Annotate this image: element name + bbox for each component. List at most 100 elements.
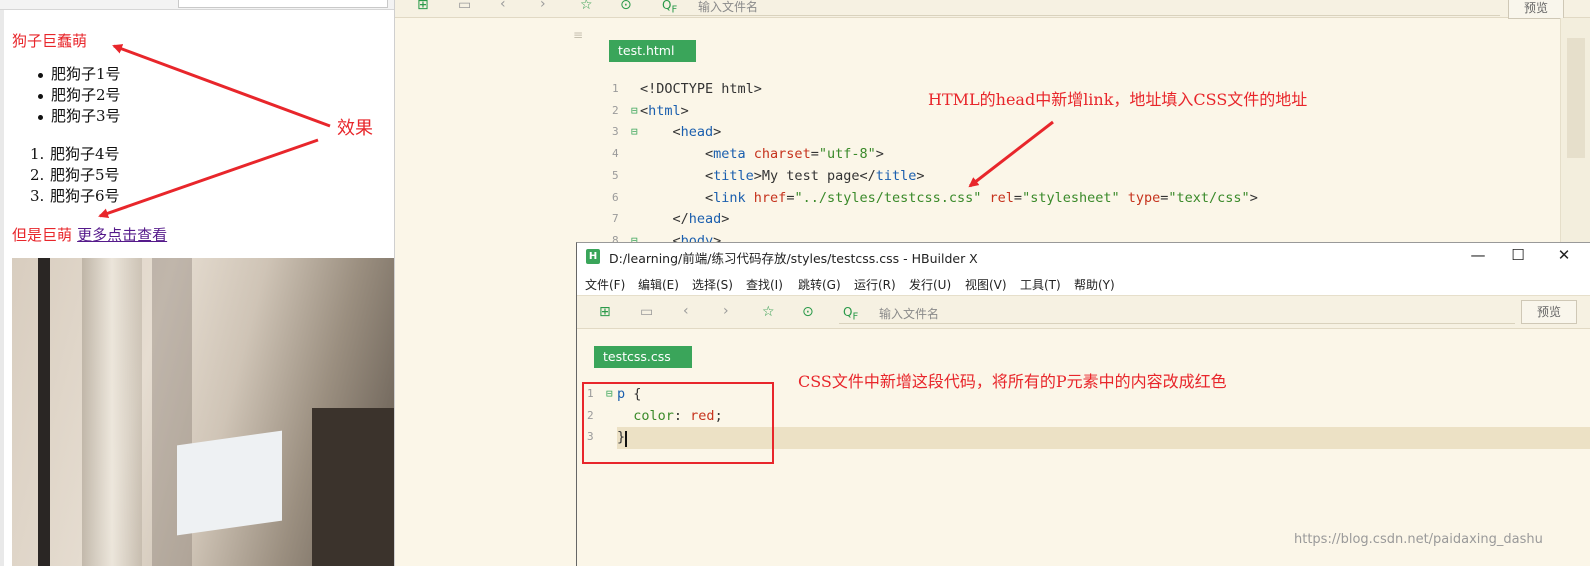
code-text: <meta charset="utf-8">: [640, 143, 884, 165]
code-token: href: [753, 189, 787, 206]
new-file-icon[interactable]: ⊞: [599, 305, 611, 319]
forward-icon[interactable]: ›: [540, 0, 546, 11]
save-icon[interactable]: ▭: [458, 0, 471, 12]
window-title: D:/learning/前端/练习代码存放/styles/testcss.css…: [609, 251, 978, 266]
list-item: 肥狗子1号: [36, 64, 121, 85]
scroll-thumb[interactable]: [1567, 38, 1585, 158]
list-item: 肥狗子2号: [36, 85, 121, 106]
tab-test-html[interactable]: test.html: [609, 40, 696, 62]
code-token: title: [713, 167, 754, 184]
forward-icon[interactable]: ›: [723, 304, 729, 318]
list-text: 肥狗子6号: [50, 187, 120, 205]
list-number: 3.: [30, 187, 45, 205]
menu-file[interactable]: 文件(F): [585, 276, 625, 293]
menu-edit[interactable]: 编辑(E): [638, 276, 679, 293]
menu-view[interactable]: 视图(V): [965, 276, 1007, 293]
browser-address-bar[interactable]: [0, 0, 394, 10]
menu-handle-icon[interactable]: ≡: [573, 28, 583, 42]
preview-title: 狗子巨蠢萌: [12, 32, 88, 50]
code-token: <: [640, 124, 681, 141]
line-number: 4: [612, 147, 619, 161]
save-icon[interactable]: ▭: [640, 305, 653, 319]
star-icon[interactable]: ☆: [762, 305, 775, 319]
code-token: charset: [753, 146, 811, 163]
tab-testcss[interactable]: testcss.css: [594, 346, 692, 368]
menu-goto[interactable]: 跳转(G): [798, 276, 841, 293]
list-item: 1. 肥狗子4号: [30, 144, 120, 165]
maximize-icon[interactable]: ☐: [1503, 246, 1533, 264]
code-token: html: [648, 102, 681, 119]
fold-toggle-icon[interactable]: ⊟: [631, 100, 638, 122]
code-token: </: [640, 211, 689, 228]
code-token: <!DOCTYPE html>: [640, 81, 762, 97]
code-token: <: [640, 189, 714, 206]
menu-run[interactable]: 运行(R): [854, 276, 896, 293]
menu-find[interactable]: 查找(I): [746, 276, 783, 293]
line-number: 7: [612, 212, 619, 226]
css-file-search[interactable]: QF 输入文件名: [839, 302, 1515, 324]
run-icon[interactable]: ⊙: [620, 0, 632, 12]
code-token: head: [688, 211, 722, 228]
code-token: >: [713, 124, 722, 141]
photo-strap: [38, 258, 50, 566]
code-token: >My test page</: [753, 167, 876, 184]
browser-preview: 狗子巨蠢萌 肥狗子1号 肥狗子2号 肥狗子3号 1. 肥狗子4号 2. 肥狗子5号 …: [0, 0, 395, 566]
code-token: =: [810, 146, 819, 163]
more-link[interactable]: 更多点击查看: [77, 226, 167, 244]
run-icon[interactable]: ⊙: [802, 305, 814, 319]
fold-toggle-icon[interactable]: ⊟: [631, 121, 638, 143]
back-icon[interactable]: ‹: [500, 0, 506, 11]
annotation-css: CSS文件中新增这段代码，将所有的P元素中的内容改成红色: [798, 372, 1227, 391]
code-token: meta: [713, 146, 754, 163]
line-number: 1: [612, 82, 619, 95]
list-item: 2. 肥狗子5号: [30, 165, 120, 186]
curtain-photo: [12, 258, 394, 566]
code-token: >: [1249, 189, 1258, 206]
address-input[interactable]: [178, 0, 388, 8]
photo-fold: [82, 258, 142, 566]
star-icon[interactable]: ☆: [580, 0, 593, 12]
annotation-html: HTML的head中新增link，地址填入CSS文件的地址: [928, 90, 1308, 109]
line-number: 5: [612, 168, 619, 182]
code-token: >: [721, 211, 730, 228]
window-title-bar[interactable]: H D:/learning/前端/练习代码存放/styles/testcss.c…: [577, 243, 1590, 271]
menu-help[interactable]: 帮助(Y): [1074, 276, 1115, 293]
list-number: 2.: [30, 166, 45, 184]
code-token: head: [680, 124, 714, 141]
search-icon: QF: [662, 0, 678, 16]
watermark: https://blog.csdn.net/paidaxing_dashu: [1294, 532, 1543, 547]
search-icon: QF: [843, 305, 859, 323]
css-preview-button[interactable]: 预览: [1521, 300, 1577, 324]
code-text: <html>: [640, 100, 689, 122]
annotation-effect: 效果: [337, 118, 373, 139]
minimize-icon[interactable]: —: [1463, 246, 1493, 264]
code-token: type: [1127, 189, 1161, 206]
menu-tools[interactable]: 工具(T): [1020, 276, 1061, 293]
line-number: 2: [612, 103, 619, 117]
list-text: 肥狗子4号: [50, 145, 120, 163]
code-token: link: [713, 189, 754, 206]
main-file-search[interactable]: QF 输入文件名: [660, 0, 1500, 16]
list-item: 3. 肥狗子6号: [30, 186, 120, 207]
new-file-icon[interactable]: ⊞: [417, 0, 429, 12]
main-preview-button[interactable]: 预览: [1508, 0, 1564, 19]
close-icon[interactable]: ✕: [1549, 246, 1579, 264]
preview-unordered-list: 肥狗子1号 肥狗子2号 肥狗子3号: [36, 64, 121, 127]
menu-bar: 文件(F) 编辑(E) 选择(S) 查找(I) 跳转(G) 运行(R) 发行(U…: [577, 271, 1590, 295]
search-placeholder: 输入文件名: [879, 307, 940, 321]
code-text: </head>: [640, 208, 730, 230]
code-token: >: [875, 146, 884, 163]
menu-select[interactable]: 选择(S): [692, 276, 733, 293]
search-placeholder: 输入文件名: [698, 0, 759, 14]
code-token: <: [640, 146, 714, 163]
photo-shadow: [312, 408, 394, 566]
line-number: 3: [612, 125, 619, 139]
code-token: title: [875, 167, 917, 184]
footer-text: 但是巨萌: [12, 226, 73, 244]
back-icon[interactable]: ‹: [683, 304, 689, 318]
menu-publish[interactable]: 发行(U): [909, 276, 951, 293]
line-number: 6: [612, 190, 619, 204]
list-text: 肥狗子5号: [50, 166, 120, 184]
code-token: <: [640, 167, 714, 184]
